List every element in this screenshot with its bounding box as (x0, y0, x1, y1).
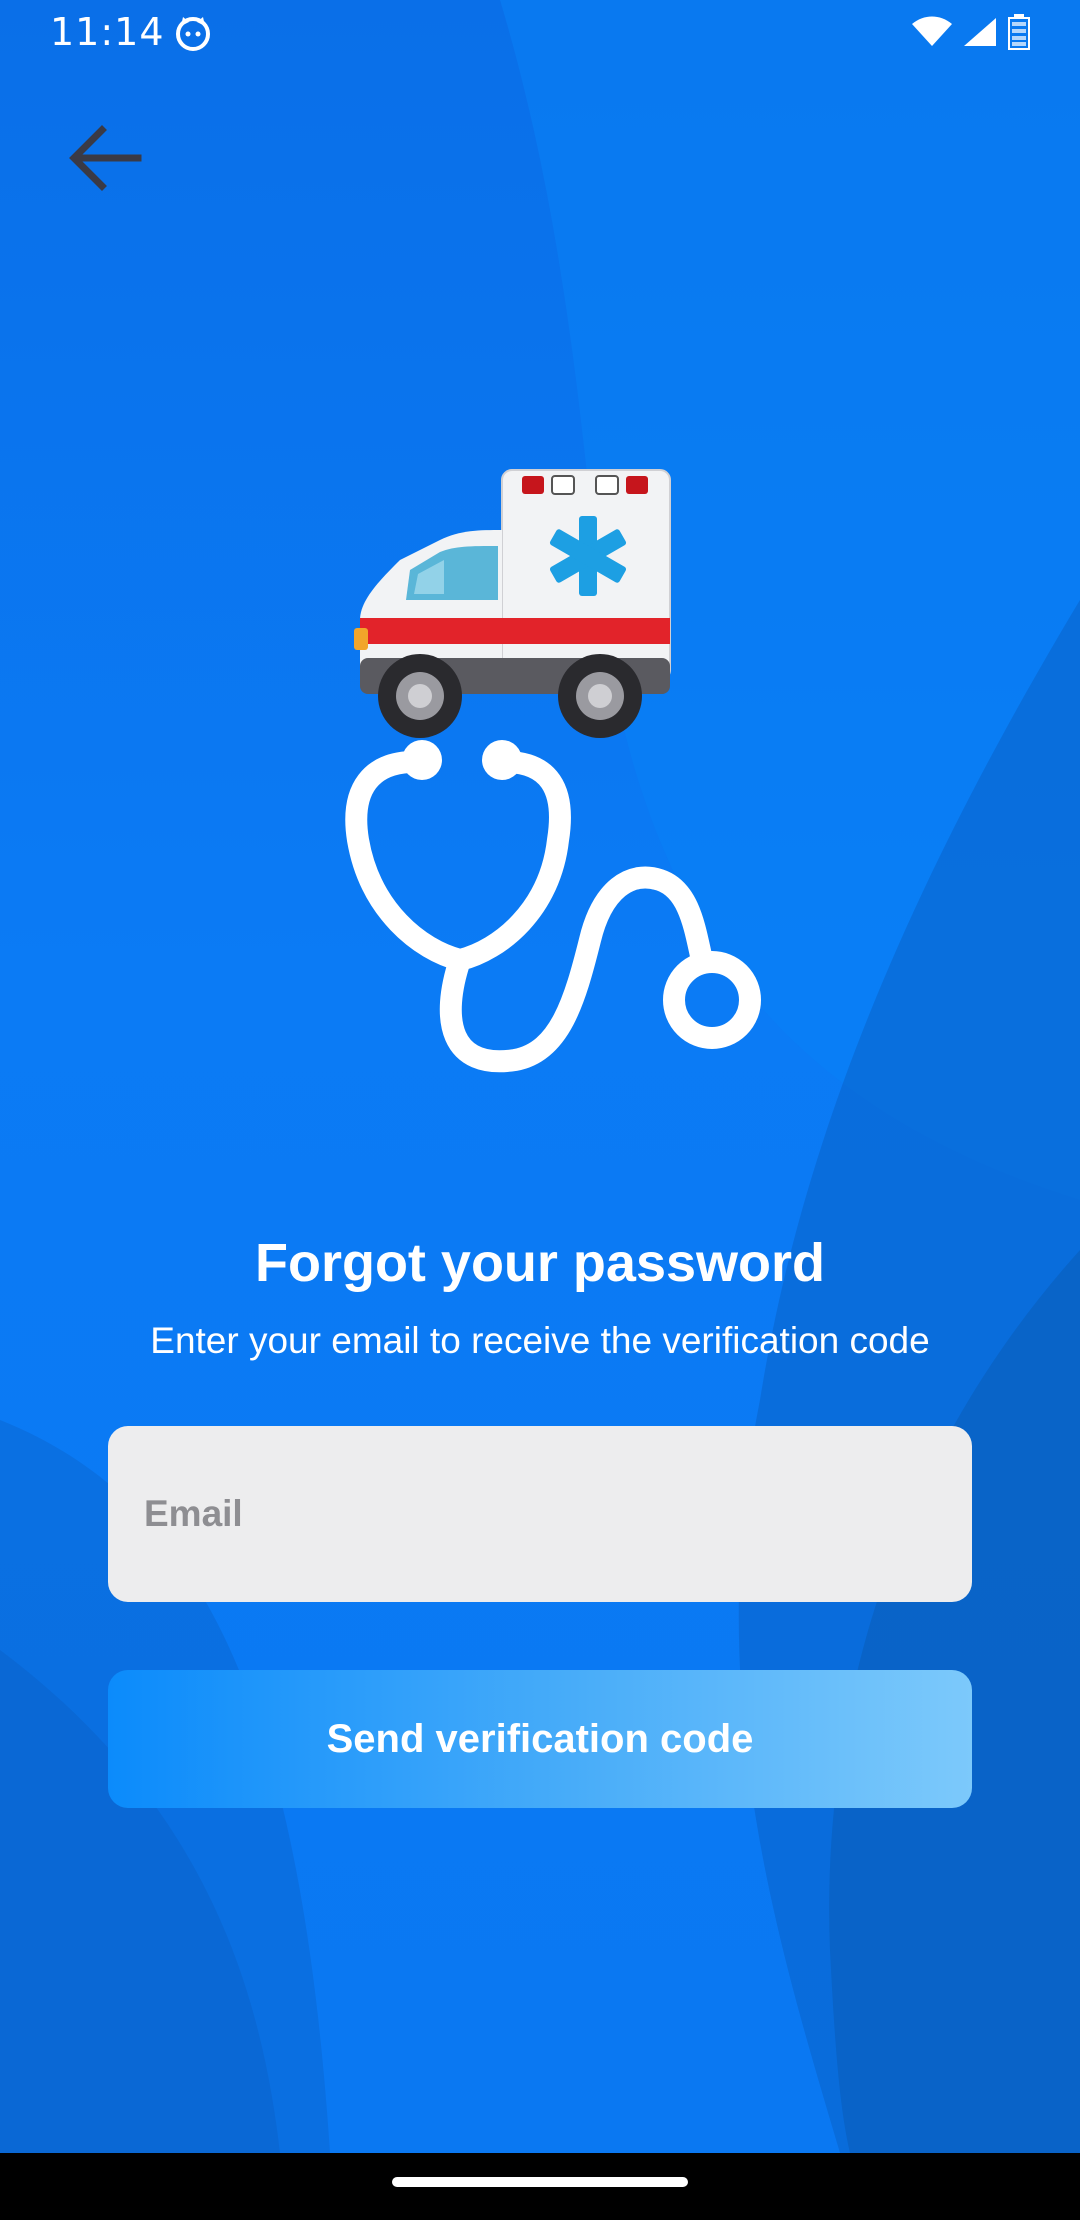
send-verification-code-button[interactable]: Send verification code (108, 1670, 972, 1808)
cat-face-icon (174, 14, 212, 52)
wifi-icon (912, 16, 952, 53)
status-bar: 11:14 (0, 0, 1080, 66)
email-field[interactable] (142, 1492, 938, 1536)
forgot-password-screen: 11:14 Forgot your password Enter your em… (0, 0, 1080, 2153)
page-subtitle: Enter your email to receive the verifica… (150, 1320, 930, 1361)
status-icons (912, 13, 1030, 55)
status-time: 11:14 (50, 10, 165, 54)
email-field-container[interactable] (108, 1426, 972, 1602)
illustration (340, 460, 780, 1080)
battery-icon (1008, 13, 1030, 55)
home-indicator[interactable] (392, 2177, 688, 2187)
ambulance-icon (354, 469, 671, 738)
navigation-bar (0, 2153, 1080, 2220)
stethoscope-icon (345, 750, 713, 1073)
arrow-left-icon (66, 118, 146, 203)
page-title: Forgot your password (254, 1233, 826, 1293)
signal-icon (962, 16, 998, 53)
back-button[interactable] (58, 112, 154, 208)
send-button-label: Send verification code (326, 1716, 754, 1761)
